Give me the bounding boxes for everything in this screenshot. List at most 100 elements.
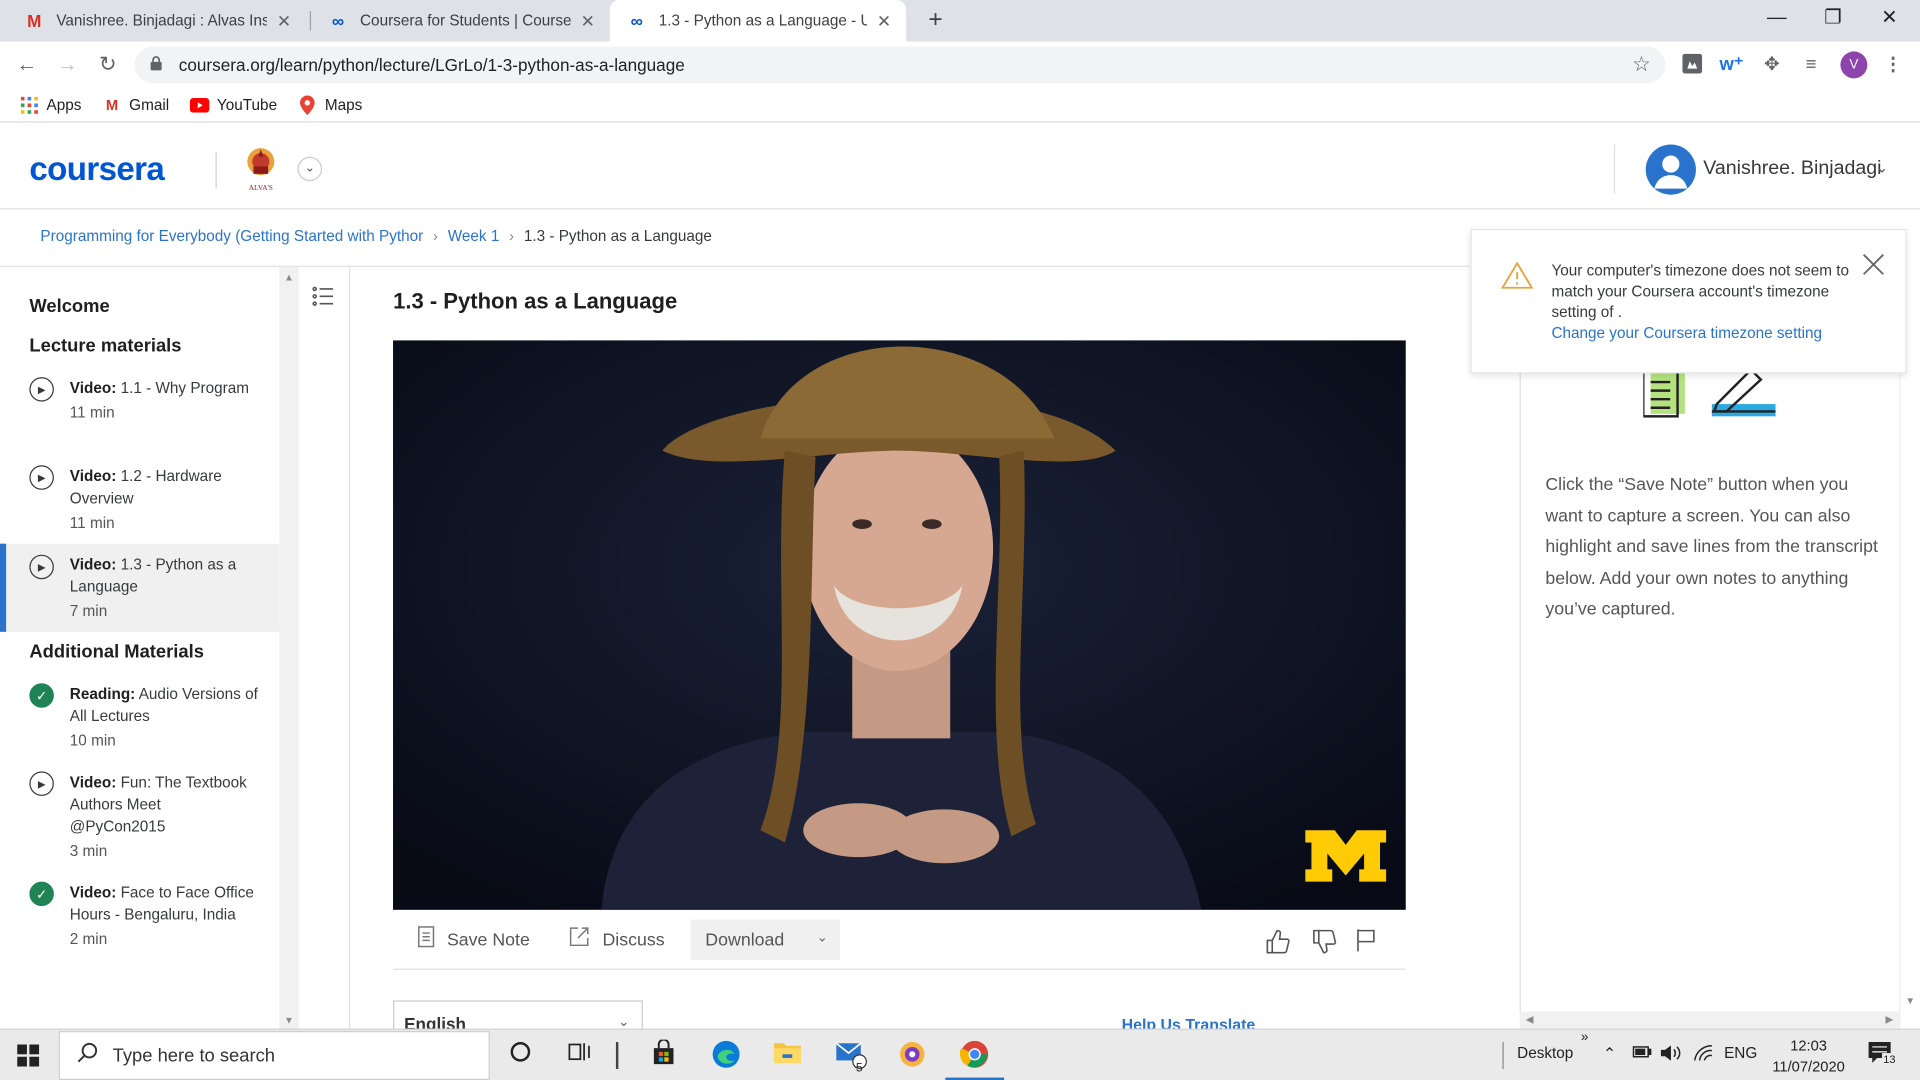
browser-tab-gmail[interactable]: M Vanishree. Binjadagi : Alvas Institu ✕ [7,0,306,42]
user-name[interactable]: Vanishree. Binjadagi [1703,158,1881,180]
notes-horizontal-scrollbar[interactable]: ◀ ▶ [1519,1011,1900,1029]
close-tab-icon[interactable]: ✕ [874,10,894,31]
extension-icon[interactable] [1680,53,1704,77]
bookmark-gmail[interactable]: M Gmail [102,95,169,115]
notes-instructions: Click the “Save Note” button when you wa… [1545,475,1878,620]
sidebar-item-video-office-hours[interactable]: ✓ Video: Face to Face Office Hours - Ben… [0,881,279,973]
org-switcher-chevron-icon[interactable]: ⌄ [297,156,323,182]
lecturer-video-frame [393,340,1406,910]
chevron-down-icon[interactable]: ⌄ [1876,159,1888,176]
breadcrumb: Programming for Everybody (Getting Start… [40,228,712,245]
chrome-icon[interactable] [959,1040,991,1072]
browser-tab-coursera-students[interactable]: ∞ Coursera for Students | Coursera ✕ [311,0,610,42]
forward-icon[interactable]: → [53,50,82,79]
breadcrumb-course-link[interactable]: Programming for Everybody (Getting Start… [40,228,423,245]
flag-icon[interactable] [1356,928,1378,959]
item-type: Video: [69,467,117,485]
scroll-up-icon[interactable]: ▲ [284,272,294,283]
toggle-outline-list-icon[interactable] [311,284,338,311]
address-bar[interactable]: coursera.org/learn/python/lecture/LGrLo/… [134,46,1666,84]
close-window-button[interactable]: ✕ [1861,0,1917,37]
notifications-icon[interactable]: 13 [1867,1041,1897,1069]
change-timezone-link[interactable]: Change your Coursera timezone setting [1551,324,1822,341]
chevron-right-icon: › [433,227,438,245]
windows-start-icon[interactable] [17,1044,40,1067]
close-tab-icon[interactable]: ✕ [578,10,598,31]
alvas-org-logo[interactable]: ALVA'S [242,144,279,193]
restore-window-button[interactable]: ❐ [1805,0,1861,37]
bookmark-youtube[interactable]: YouTube [189,95,278,115]
minimize-window-button[interactable]: — [1749,0,1805,37]
back-icon[interactable]: ← [12,50,41,79]
coursera-logo[interactable]: coursera [29,151,164,189]
sidebar-item-video-1-3[interactable]: ▶ Video: 1.3 - Python as a Language 7 mi… [0,543,280,632]
battery-icon[interactable] [1632,1044,1652,1062]
writing-extension-icon[interactable]: w⁺ [1719,53,1743,77]
checkmark-icon: ✓ [29,881,54,907]
reload-icon[interactable]: ↻ [93,50,122,79]
download-dropdown[interactable]: Download ⌄ [690,919,841,961]
task-view-icon[interactable] [564,1040,596,1072]
item-duration: 3 min [69,842,108,860]
profile-avatar[interactable]: V [1840,51,1868,79]
cortana-icon[interactable] [504,1040,536,1072]
tab-title: Coursera for Students | Coursera [360,12,571,30]
sidebar-welcome-link[interactable]: Welcome [29,296,109,317]
browser-tab-lecture[interactable]: ∞ 1.3 - Python as a Language - Uni ✕ [609,0,907,42]
system-clock[interactable]: 12:03 11/07/2020 [1768,1036,1849,1078]
chrome-menu-icon[interactable]: ⋮ [1881,53,1905,77]
checkmark-icon: ✓ [29,683,54,708]
show-hidden-icons-chevron-icon[interactable]: ⌃ [1603,1044,1616,1064]
breadcrumb-week-link[interactable]: Week 1 [448,228,500,245]
sidebar-item-video-pycon[interactable]: ▶ Video: Fun: The Textbook Authors Meet … [0,771,279,862]
taskbar-search-input[interactable]: Type here to search [58,1031,490,1080]
thumbs-down-icon[interactable] [1310,928,1337,961]
clock-date: 11/07/2020 [1772,1057,1845,1076]
play-circle-icon: ▶ [29,465,54,490]
scroll-down-icon[interactable]: ▼ [1905,996,1915,1007]
video-player[interactable] [393,340,1406,910]
download-label: Download [705,930,785,950]
sidebar-item-video-1-1[interactable]: ▶ Video: 1.1 - Why Program 11 min [0,377,279,446]
input-language-indicator[interactable]: ENG [1724,1044,1757,1061]
sidebar-item-video-1-2[interactable]: ▶ Video: 1.2 - Hardware Overview 11 min [0,465,279,534]
close-tab-icon[interactable]: ✕ [274,10,294,31]
volume-icon[interactable] [1660,1044,1682,1065]
sidebar-item-reading-audio[interactable]: ✓ Reading: Audio Versions of All Lecture… [0,683,279,756]
item-duration: 11 min [69,514,115,532]
bookmark-apps[interactable]: Apps [20,95,81,115]
edge-browser-icon[interactable] [710,1040,742,1072]
save-note-button[interactable]: Save Note [418,926,530,954]
extensions-puzzle-icon[interactable]: ✥ [1760,53,1784,77]
thumbs-up-icon[interactable] [1264,928,1291,961]
microsoft-store-icon[interactable] [648,1038,680,1072]
mail-icon[interactable]: 5 [835,1040,867,1075]
video-actions-bar: Save Note Discuss Download ⌄ [393,916,1406,970]
scroll-down-icon[interactable]: ▼ [284,1015,294,1026]
sidebar-scrollbar[interactable]: ▲ ▼ [279,266,299,1029]
scroll-left-icon[interactable]: ◀ [1526,1014,1534,1025]
file-explorer-icon[interactable] [771,1040,803,1072]
notes-scrollbar[interactable]: ▼ [1899,266,1920,1029]
item-duration: 11 min [69,404,115,422]
close-icon[interactable] [1861,252,1885,281]
item-type: Video: [69,884,117,902]
browser-toolbar: ← → ↻ coursera.org/learn/python/lecture/… [0,41,1920,89]
toolbar-overflow-icon[interactable]: » [1581,1030,1589,1045]
app-circle-icon[interactable] [896,1040,928,1072]
new-tab-button[interactable]: + [921,5,950,34]
bookmark-star-icon[interactable]: ☆ [1632,53,1651,77]
user-avatar[interactable] [1645,144,1696,195]
bookmark-label: YouTube [216,96,278,114]
bookmark-maps[interactable]: Maps [298,94,362,115]
svg-text:ALVA'S: ALVA'S [249,183,273,192]
gmail-icon: M [27,11,42,31]
apps-grid-icon [20,95,40,115]
scroll-right-icon[interactable]: ▶ [1886,1014,1894,1025]
desktop-toolbar-label[interactable]: Desktop [1517,1044,1573,1061]
wifi-icon[interactable] [1693,1044,1713,1065]
outline-column [301,266,351,1029]
reading-list-icon[interactable]: ≡ [1799,53,1823,77]
discuss-button[interactable]: Discuss [568,926,665,954]
item-title: 1.1 - Why Program [120,379,250,397]
